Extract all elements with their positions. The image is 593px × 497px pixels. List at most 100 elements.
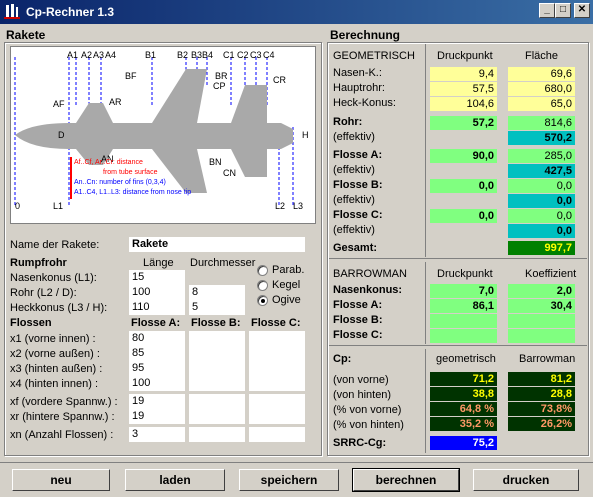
- fin-row-label: x1 (vorne innen) :: [10, 333, 96, 345]
- label-b3: B3: [191, 50, 203, 60]
- fin-a-input[interactable]: 3: [129, 427, 185, 442]
- fin-b-input[interactable]: [189, 394, 245, 409]
- fin-a-input[interactable]: 19: [129, 409, 185, 424]
- rohr-label: Rohr (L2 / D):: [10, 287, 77, 299]
- fin-row-label: x2 (vorne außen) :: [10, 348, 100, 360]
- barrowman-bottom-divider: [329, 345, 587, 346]
- label-c3: C3: [250, 50, 262, 60]
- flosse-a-effektiv: 427,5: [508, 164, 575, 178]
- flossen-heading: Flossen: [10, 317, 52, 329]
- neu-button[interactable]: neu: [12, 469, 110, 491]
- berechnen-button[interactable]: berechnen: [352, 468, 460, 492]
- label-a2: A2: [81, 50, 93, 60]
- cp-von-hinten-geo: 38,8: [430, 387, 497, 401]
- label-bn: BN: [209, 157, 222, 167]
- fin-b-input[interactable]: [189, 361, 245, 376]
- col-flosse-a: Flosse A:: [131, 317, 181, 329]
- nose-parab-radio[interactable]: [257, 265, 268, 276]
- drucken-button[interactable]: drucken: [473, 469, 579, 491]
- heckkonus-label: Heckkonus (L3 / H):: [10, 302, 108, 314]
- fin-a-input[interactable]: 95: [129, 361, 185, 376]
- rohr-diameter-input[interactable]: 8: [189, 285, 245, 300]
- legend-line-1: Af..Cf, Ar..Cr: distance: [74, 159, 143, 166]
- legend-line-4: A1..C4, L1..L3: distance from nose tip: [74, 189, 192, 196]
- rohr-effektiv-label: (effektiv): [333, 131, 375, 143]
- rocket-name-label: Name der Rakete:: [10, 239, 100, 251]
- rohr-length-input[interactable]: 100: [129, 285, 185, 300]
- fin-row-label: x3 (hinten außen) :: [10, 363, 103, 375]
- label-c2: C2: [237, 50, 249, 60]
- nose-ogive-radio[interactable]: [257, 295, 268, 306]
- bm-nasenkonus-dp: 7,0: [430, 284, 497, 298]
- flosse-a-fl: 285,0: [508, 149, 575, 163]
- barrowman-col-koeffizient: Koeffizient: [525, 268, 577, 280]
- cp-pct-vorne-geo: 64,8 %: [430, 402, 497, 416]
- fin-b-input[interactable]: [189, 427, 245, 442]
- bm-nasenkonus-k: 2,0: [508, 284, 575, 298]
- label-c4: C4: [263, 50, 275, 60]
- flosse-b-result-label: Flosse B:: [333, 179, 383, 191]
- geo-divider: [425, 44, 426, 257]
- flosse-b-dp: 0,0: [430, 179, 497, 193]
- heck-konus-label: Heck-Konus:: [333, 97, 396, 109]
- heckkonus-length-input[interactable]: 110: [129, 300, 185, 315]
- label-l1: L1: [53, 201, 64, 211]
- nasen-k-fl: 69,6: [508, 67, 575, 81]
- nose-kegel-label: Kegel: [272, 279, 301, 291]
- label-b1: B1: [145, 50, 157, 60]
- label-b4: B4: [202, 50, 214, 60]
- rocket-name-input[interactable]: Rakete: [129, 237, 305, 252]
- nasenkonus-length-input[interactable]: 15: [129, 270, 185, 285]
- nose-kegel-radio[interactable]: [257, 280, 268, 291]
- cp-pct-hinten-geo: 35,2 %: [430, 417, 497, 431]
- maximize-button[interactable]: □: [555, 3, 571, 18]
- fin-a-input[interactable]: 19: [129, 394, 185, 409]
- col-durchmesser: Durchmesser: [190, 257, 256, 269]
- fin-c-input[interactable]: [249, 331, 305, 346]
- flosse-c-fl: 0,0: [508, 209, 575, 223]
- gesamt-value: 997,7: [508, 241, 575, 255]
- fin-c-input[interactable]: [249, 361, 305, 376]
- label-bf: BF: [125, 71, 137, 81]
- geo-col-flaeche: Fläche: [525, 50, 559, 62]
- label-ar: AR: [109, 97, 122, 107]
- fin-c-input[interactable]: [249, 346, 305, 361]
- fin-a-input[interactable]: 100: [129, 376, 185, 391]
- cp-pct-hinten-label: (% von hinten): [333, 419, 404, 431]
- flosse-a-effektiv-label: (effektiv): [333, 164, 375, 176]
- srrc-cg-label: SRRC-Cg:: [333, 437, 387, 449]
- nasen-k-dp: 9,4: [430, 67, 497, 81]
- nasenkonus-label: Nasenkonus (L1):: [10, 272, 97, 284]
- heckkonus-diameter-input[interactable]: 5: [189, 300, 245, 315]
- cp-von-vorne-label: (von vorne): [333, 374, 389, 386]
- rumpfrohr-heading: Rumpfrohr: [10, 257, 67, 269]
- laden-button[interactable]: laden: [125, 469, 225, 491]
- flosse-b-effektiv: 0,0: [508, 194, 575, 208]
- legend-line-2: from tube surface: [103, 169, 158, 176]
- fin-c-input[interactable]: [249, 409, 305, 424]
- close-button[interactable]: ✕: [574, 3, 590, 18]
- rocket-app-icon: [4, 4, 20, 19]
- fin-b-input[interactable]: [189, 376, 245, 391]
- label-a3: A3: [93, 50, 105, 60]
- fin-row-label: xr (hintere Spannw.) :: [10, 411, 115, 423]
- fin-a-input[interactable]: 80: [129, 331, 185, 346]
- button-bar-divider: [0, 462, 593, 463]
- speichern-button[interactable]: speichern: [239, 469, 339, 491]
- label-d: D: [58, 130, 65, 140]
- minimize-button[interactable]: _: [539, 3, 555, 18]
- fin-b-input[interactable]: [189, 409, 245, 424]
- rohr-fl: 814,6: [508, 116, 575, 130]
- bm-nasenkonus-label: Nasenkonus:: [333, 284, 403, 296]
- fin-a-input[interactable]: 85: [129, 346, 185, 361]
- fin-c-input[interactable]: [249, 394, 305, 409]
- fin-c-input[interactable]: [249, 376, 305, 391]
- fin-b-input[interactable]: [189, 331, 245, 346]
- bm-flosse-b-k: [508, 314, 575, 328]
- fin-row-label: xn (Anzahl Flossen) :: [10, 429, 114, 441]
- window-title: Cp-Rechner 1.3: [26, 5, 115, 19]
- rohr-dp: 57,2: [430, 116, 497, 130]
- label-l3: L3: [293, 201, 304, 211]
- fin-b-input[interactable]: [189, 346, 245, 361]
- fin-c-input[interactable]: [249, 427, 305, 442]
